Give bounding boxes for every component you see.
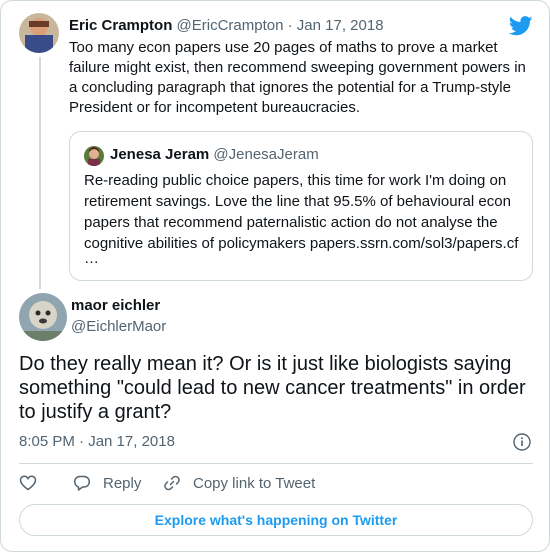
quoted-tweet-text: Re-reading public choice papers, this ti…: [84, 172, 519, 252]
maor-eichler-avatar[interactable]: [19, 293, 67, 341]
reply-icon: [73, 475, 91, 491]
eric-crampton-avatar[interactable]: [19, 13, 59, 53]
parent-date[interactable]: Jan 17, 2018: [297, 17, 384, 34]
quoted-tweet-ellipsis: …: [84, 250, 99, 267]
thread-connector-line: [39, 57, 41, 289]
tweet-timestamp[interactable]: 8:05 PM · Jan 17, 2018: [19, 433, 175, 450]
twitter-bird-icon[interactable]: [509, 15, 533, 37]
parent-separator: ·: [287, 17, 293, 34]
copy-link-button[interactable]: Copy link to Tweet: [163, 474, 315, 492]
quoted-author-name: Jenesa Jeram: [110, 146, 210, 163]
explore-twitter-button[interactable]: Explore what's happening on Twitter: [19, 504, 533, 536]
parent-author-name[interactable]: Eric Crampton: [69, 17, 172, 34]
copy-link-label: Copy link to Tweet: [193, 474, 316, 492]
parent-tweet-text: Too many econ papers use 20 pages of mat…: [69, 39, 526, 116]
reply-label: Reply: [103, 474, 142, 492]
main-author-handle[interactable]: @EichlerMaor: [71, 318, 166, 335]
parent-author-handle[interactable]: @EricCrampton: [177, 17, 284, 34]
quoted-author-handle: @JenesaJeram: [213, 146, 319, 163]
like-button[interactable]: [19, 474, 49, 492]
main-tweet-text: Do they really mean it? Or is it just li…: [19, 353, 526, 423]
main-author-name[interactable]: maor eichler: [71, 297, 160, 314]
quoted-tweet-header: Jenesa Jeram @JenesaJeram: [110, 146, 319, 163]
jenesa-jeram-avatar: [84, 146, 104, 166]
info-icon[interactable]: [513, 433, 531, 451]
link-icon: [164, 475, 180, 491]
reply-button[interactable]: Reply: [73, 474, 141, 492]
tweet-card: Eric Crampton @EricCrampton · Jan 17, 20…: [0, 0, 550, 552]
explore-label: Explore what's happening on Twitter: [154, 512, 398, 528]
actions-divider: [19, 463, 533, 464]
heart-icon: [19, 475, 37, 491]
quoted-tweet[interactable]: Jenesa Jeram @JenesaJeram Re-reading pub…: [69, 131, 533, 281]
parent-tweet-header: Eric Crampton @EricCrampton · Jan 17, 20…: [69, 17, 384, 34]
